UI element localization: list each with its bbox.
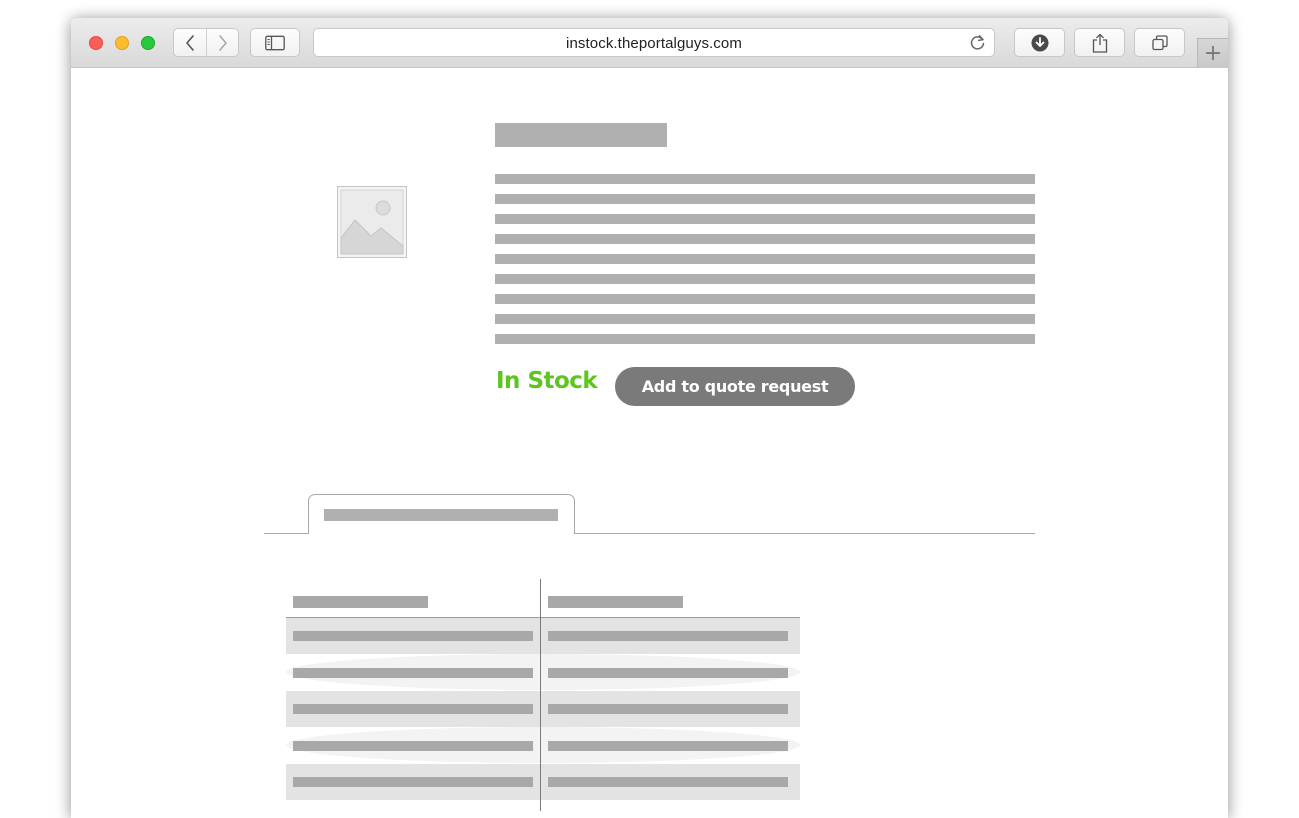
description-line-placeholder xyxy=(495,234,1035,244)
navigation-buttons xyxy=(173,28,239,57)
table-cell-placeholder xyxy=(548,741,788,751)
table-cell-placeholder xyxy=(293,704,533,714)
column-header-placeholder xyxy=(293,596,428,608)
table-cell-placeholder xyxy=(548,777,788,787)
table-cell-placeholder xyxy=(293,777,533,787)
description-line-placeholder xyxy=(495,294,1035,304)
description-line-placeholder xyxy=(495,254,1035,264)
address-bar[interactable]: instock.theportalguys.com xyxy=(313,28,995,57)
back-button[interactable] xyxy=(174,29,207,56)
page-content: In Stock Add to quote request xyxy=(71,68,1228,818)
minimize-window-button[interactable] xyxy=(115,36,129,50)
table-row xyxy=(286,654,800,690)
url-text: instock.theportalguys.com xyxy=(566,35,742,52)
description-line-placeholder xyxy=(495,214,1035,224)
tab-overview-button[interactable] xyxy=(1134,28,1185,57)
share-button[interactable] xyxy=(1074,28,1125,57)
tab-specifications[interactable] xyxy=(308,494,575,534)
description-line-placeholder xyxy=(495,334,1035,344)
table-cell-placeholder xyxy=(293,631,533,641)
table-row xyxy=(286,691,800,727)
forward-button[interactable] xyxy=(207,29,238,56)
table-row xyxy=(286,727,800,763)
plus-icon: + xyxy=(1203,41,1223,66)
description-line-placeholder xyxy=(495,314,1035,324)
column-header-placeholder xyxy=(548,596,683,608)
close-window-button[interactable] xyxy=(89,36,103,50)
product-title-placeholder xyxy=(495,123,667,147)
description-line-placeholder xyxy=(495,174,1035,184)
sidebar-toggle-button[interactable] xyxy=(250,28,300,57)
new-tab-button[interactable]: + xyxy=(1197,38,1228,68)
downloads-button[interactable] xyxy=(1014,28,1065,57)
table-cell-placeholder xyxy=(548,704,788,714)
table-cell-placeholder xyxy=(293,741,533,751)
stock-status: In Stock xyxy=(496,368,598,394)
table-cell-placeholder xyxy=(548,668,788,678)
chevron-right-icon xyxy=(219,34,227,51)
description-line-placeholder xyxy=(495,274,1035,284)
table-header xyxy=(286,579,800,618)
tabs-icon xyxy=(1151,34,1168,50)
download-icon xyxy=(1031,34,1048,51)
table-cell-placeholder xyxy=(293,668,533,678)
browser-window: instock.theportalguys.com + In Stock Add… xyxy=(71,18,1228,818)
sidebar-icon xyxy=(265,35,285,50)
browser-toolbar: instock.theportalguys.com + xyxy=(71,18,1228,68)
share-icon xyxy=(1092,33,1107,53)
tab-label-placeholder xyxy=(324,509,558,521)
column-divider xyxy=(540,579,541,811)
add-to-quote-button[interactable]: Add to quote request xyxy=(615,367,855,406)
image-placeholder-icon xyxy=(337,186,407,258)
reload-icon[interactable] xyxy=(969,34,986,51)
specs-table xyxy=(286,579,800,818)
table-row xyxy=(286,618,800,654)
table-cell-placeholder xyxy=(548,631,788,641)
chevron-left-icon xyxy=(186,34,194,51)
table-row xyxy=(286,764,800,800)
description-line-placeholder xyxy=(495,194,1035,204)
zoom-window-button[interactable] xyxy=(141,36,155,50)
